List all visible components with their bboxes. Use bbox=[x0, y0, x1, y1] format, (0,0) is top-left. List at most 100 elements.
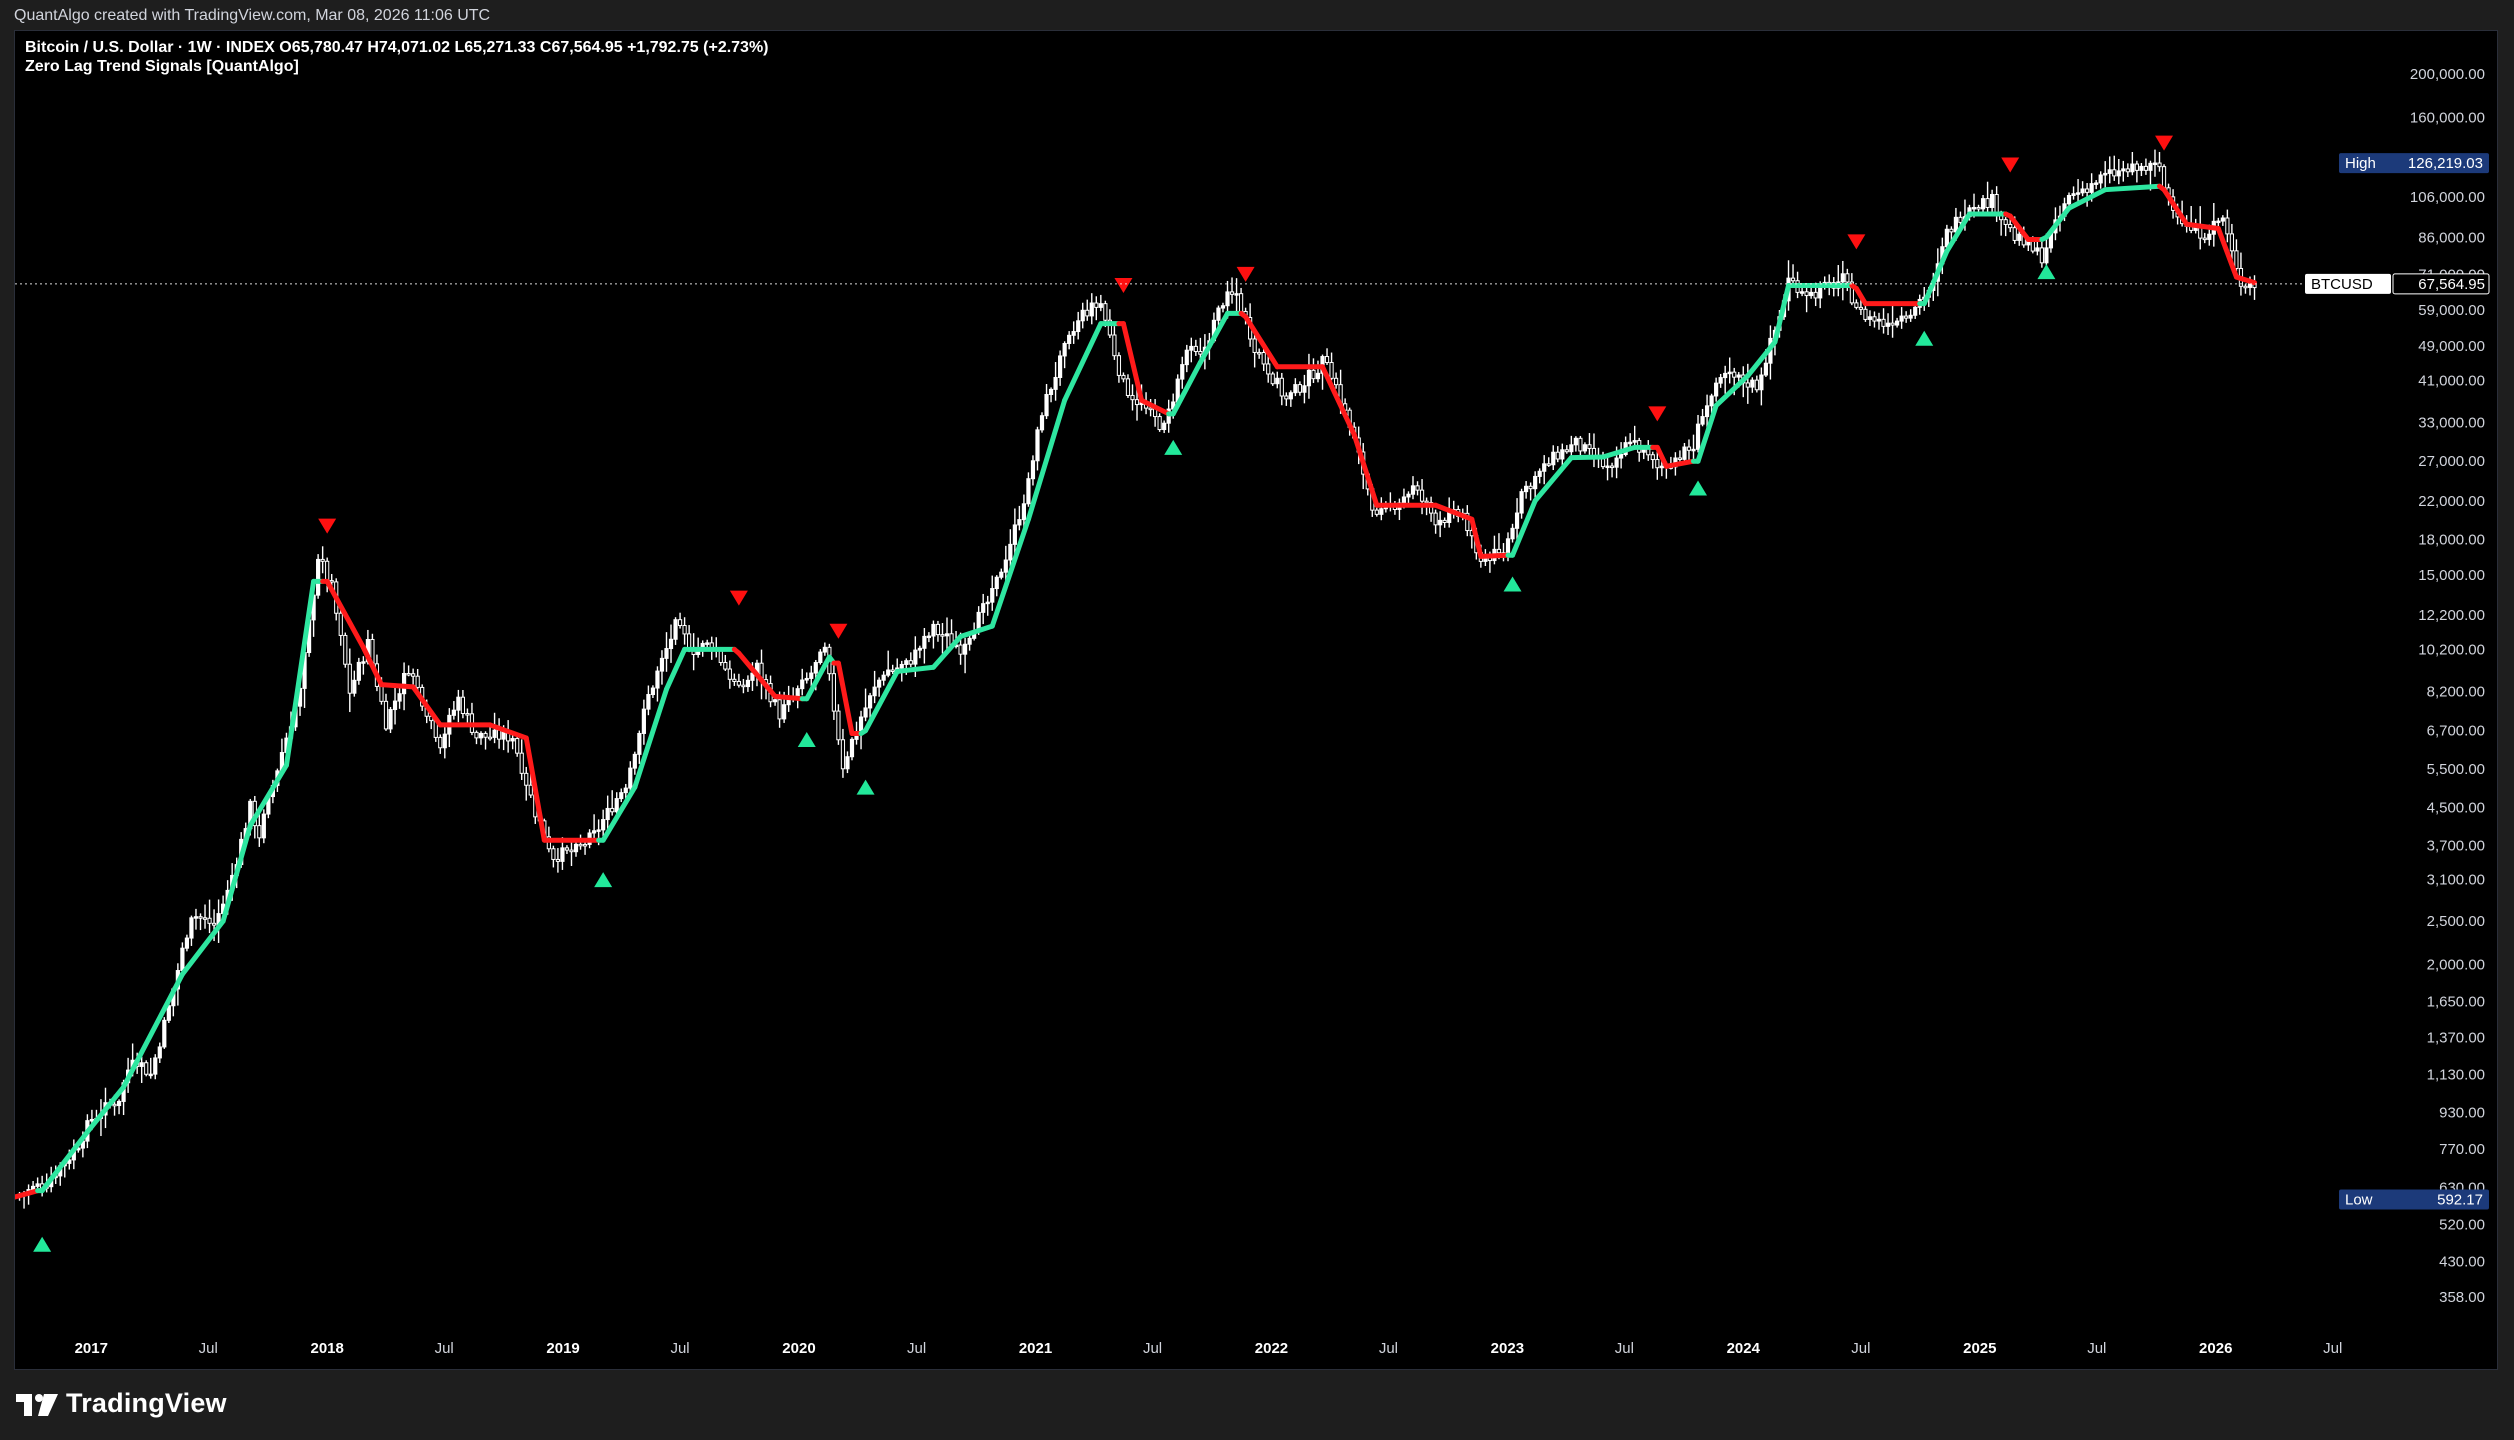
candle bbox=[2103, 161, 2108, 190]
candle bbox=[1890, 304, 1895, 338]
bear-signal-marker[interactable] bbox=[2001, 157, 2020, 173]
candle bbox=[1809, 287, 1814, 299]
bear-signal-marker[interactable] bbox=[1847, 234, 1866, 250]
candle bbox=[967, 635, 972, 651]
candle bbox=[564, 845, 570, 854]
candle bbox=[1184, 344, 1189, 373]
symbol-legend[interactable]: Bitcoin / U.S. Dollar · 1W · INDEX O65,7… bbox=[25, 39, 769, 57]
candle bbox=[2139, 163, 2144, 177]
candle bbox=[1904, 311, 1909, 323]
candle bbox=[1700, 408, 1705, 427]
price-chart[interactable]: 200,000.00160,000.00126,000.00106,000.00… bbox=[15, 31, 2498, 1370]
year-tick-label: 2020 bbox=[782, 1340, 815, 1357]
indicator-legend[interactable]: Zero Lag Trend Signals [QuantAlgo] bbox=[25, 58, 299, 76]
price-tick-label: 106,000.00 bbox=[2410, 189, 2485, 206]
bull-signal-marker[interactable] bbox=[594, 872, 613, 888]
snapshot-header: QuantAlgo created with TradingView.com, … bbox=[0, 0, 2514, 34]
price-tick-label: 15,000.00 bbox=[2418, 567, 2485, 584]
bull-signal-marker[interactable] bbox=[1689, 480, 1708, 496]
bull-trend-segment bbox=[121, 971, 185, 1090]
candle bbox=[2143, 158, 2149, 175]
candle bbox=[2220, 215, 2225, 226]
candle bbox=[1745, 363, 1750, 404]
candle bbox=[1008, 529, 1013, 567]
bear-signal-marker[interactable] bbox=[2155, 135, 2174, 151]
candle bbox=[157, 1042, 162, 1064]
candle bbox=[836, 704, 841, 745]
bear-signal-marker[interactable] bbox=[1648, 406, 1667, 422]
candle bbox=[1555, 446, 1560, 463]
bull-signal-marker[interactable] bbox=[33, 1236, 52, 1252]
price-tick-label: 2,000.00 bbox=[2427, 956, 2485, 973]
candle bbox=[2202, 232, 2207, 244]
low-badge: Low 592.17 bbox=[2339, 1189, 2489, 1210]
price-tick-label: 1,650.00 bbox=[2427, 993, 2485, 1010]
candle bbox=[1388, 492, 1393, 512]
price-tick-label: 86,000.00 bbox=[2418, 229, 2485, 246]
time-axis[interactable]: 2017 Jul 2018 Jul 2019 Jul 2020 Jul 2021 Jul 2022 J… bbox=[15, 1331, 2498, 1370]
candle bbox=[1379, 497, 1384, 521]
candle bbox=[1162, 420, 1167, 434]
candle bbox=[1587, 433, 1592, 455]
candle bbox=[2125, 163, 2130, 178]
month-tick-label: Jul bbox=[1851, 1340, 1870, 1357]
candle bbox=[605, 795, 610, 831]
candle bbox=[1058, 350, 1063, 386]
bull-trend-segment bbox=[1921, 248, 1950, 307]
tradingview-logo[interactable]: TradingView bbox=[14, 1388, 227, 1419]
candle bbox=[1275, 371, 1280, 389]
candle bbox=[352, 670, 357, 697]
price-tick-label: 12,200.00 bbox=[2418, 607, 2485, 624]
candle bbox=[940, 623, 945, 654]
candle bbox=[677, 612, 683, 629]
bull-trend-segment bbox=[283, 578, 317, 768]
candle bbox=[1180, 356, 1185, 389]
candle bbox=[1257, 348, 1262, 359]
candle bbox=[1990, 189, 1995, 214]
candle bbox=[207, 899, 212, 934]
candle bbox=[483, 731, 488, 750]
candle bbox=[831, 664, 836, 720]
month-tick-label: Jul bbox=[670, 1340, 689, 1357]
candle bbox=[1691, 434, 1696, 461]
candle bbox=[162, 1017, 167, 1049]
candle bbox=[189, 915, 194, 946]
candle bbox=[1130, 384, 1135, 411]
bull-signal-marker[interactable] bbox=[1915, 330, 1934, 346]
candle bbox=[1524, 481, 1529, 499]
bear-signal-marker[interactable] bbox=[729, 590, 748, 606]
price-tick-label: 160,000.00 bbox=[2410, 109, 2485, 126]
bear-signal-marker[interactable] bbox=[1236, 266, 1255, 282]
bear-signal-marker[interactable] bbox=[1114, 278, 1133, 294]
candle bbox=[1293, 378, 1298, 397]
bear-signal-marker[interactable] bbox=[829, 623, 848, 639]
candle bbox=[2094, 180, 2099, 190]
candle bbox=[506, 720, 511, 753]
high-badge-value: 126,219.03 bbox=[2408, 155, 2483, 172]
candle bbox=[628, 761, 633, 792]
candle bbox=[1270, 371, 1275, 386]
candle bbox=[116, 1099, 122, 1115]
bull-signal-marker[interactable] bbox=[797, 731, 816, 747]
candle bbox=[1573, 436, 1578, 452]
bull-signal-marker[interactable] bbox=[1503, 576, 1522, 592]
year-tick-label: 2022 bbox=[1255, 1340, 1288, 1357]
bull-signal-marker[interactable] bbox=[856, 779, 875, 795]
bull-signal-marker[interactable] bbox=[2037, 264, 2056, 280]
bull-trend-segment bbox=[2102, 183, 2163, 193]
candle bbox=[2003, 217, 2008, 237]
price-axis[interactable]: 200,000.00160,000.00126,000.00106,000.00… bbox=[2345, 31, 2498, 1370]
candle bbox=[1899, 307, 1904, 329]
chart-pane[interactable]: 200,000.00160,000.00126,000.00106,000.00… bbox=[14, 30, 2498, 1370]
bear-signal-marker[interactable] bbox=[318, 518, 337, 534]
candle bbox=[1727, 357, 1732, 384]
candle bbox=[1302, 374, 1307, 404]
bull-signal-marker[interactable] bbox=[1164, 439, 1183, 455]
candle bbox=[1885, 313, 1891, 336]
candle bbox=[148, 1057, 153, 1079]
month-tick-label: Jul bbox=[1143, 1340, 1162, 1357]
candle bbox=[1723, 365, 1728, 394]
candle bbox=[881, 671, 886, 686]
candle bbox=[469, 702, 475, 736]
candle bbox=[1098, 294, 1103, 312]
